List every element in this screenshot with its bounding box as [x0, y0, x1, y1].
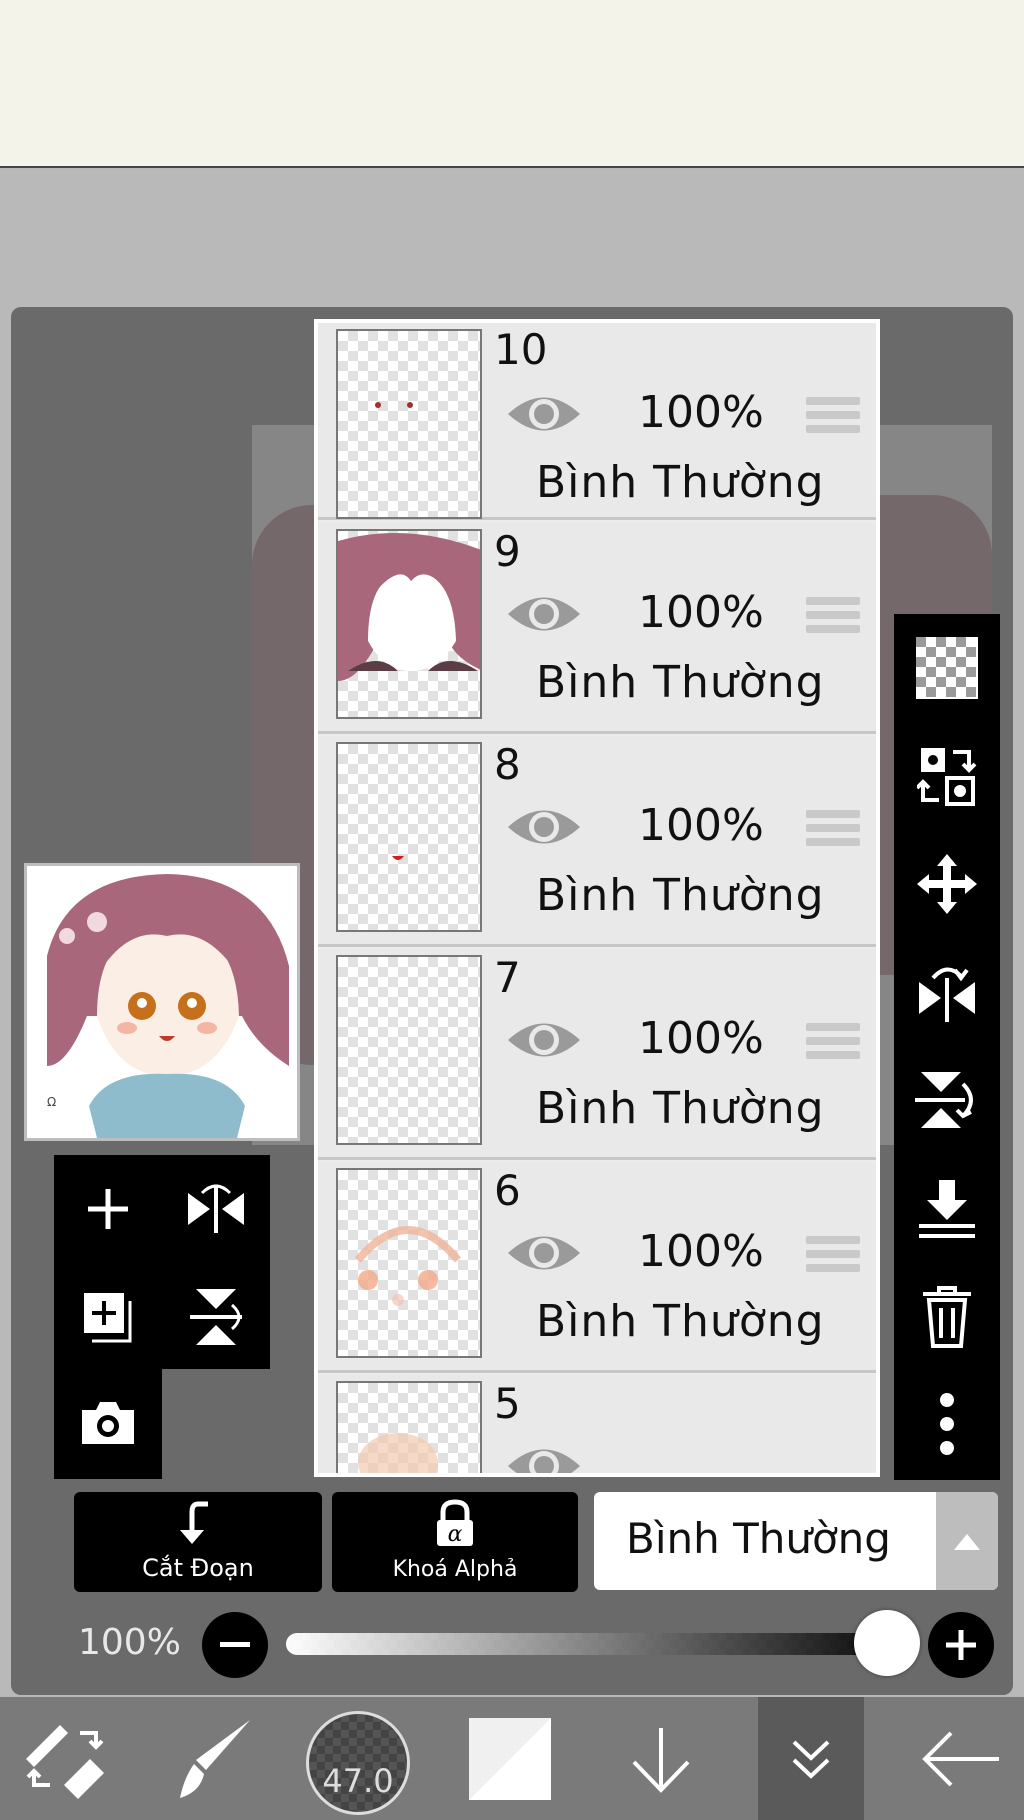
preview-artwork: Ω: [27, 866, 297, 1138]
tool-switch-icon[interactable]: [10, 1697, 120, 1820]
layer-thumbnail[interactable]: [336, 329, 482, 519]
layer-thumbnail[interactable]: [336, 742, 482, 932]
layer-opacity: 100%: [638, 587, 764, 638]
layer-blend-mode: Bình Thường: [536, 1296, 825, 1347]
layers-list[interactable]: 10 100% Bình Thường 9 100% Bình Thường 8…: [314, 319, 880, 1477]
minus-icon: [220, 1642, 250, 1647]
add-layer-copy-icon[interactable]: [54, 1263, 162, 1371]
arrow-down-icon[interactable]: [606, 1697, 716, 1820]
visibility-eye-icon[interactable]: [506, 1013, 582, 1067]
swap-layer-icon[interactable]: [894, 722, 1000, 830]
back-arrow-icon[interactable]: [906, 1697, 1016, 1820]
clipping-arrow-icon: [180, 1501, 208, 1544]
layers-list-inner: 10 100% Bình Thường 9 100% Bình Thường 8…: [318, 323, 876, 1473]
merge-down-icon[interactable]: [894, 1154, 1000, 1262]
layer-row[interactable]: 10 100% Bình Thường: [318, 323, 876, 520]
layer-number: 7: [494, 953, 521, 1002]
layer-number: 5: [494, 1379, 521, 1428]
lock-icon: α: [437, 1499, 473, 1547]
blend-mode-value: Bình Thường: [626, 1514, 891, 1563]
layer-number: 6: [494, 1166, 521, 1215]
layer-blend-mode: Bình Thường: [536, 457, 825, 508]
brush-size-indicator[interactable]: 47.0: [306, 1711, 410, 1815]
layer-blend-mode: Bình Thường: [536, 657, 825, 708]
chevron-up-icon[interactable]: [936, 1492, 998, 1590]
alpha-lock-button[interactable]: α Khoá Alphả: [332, 1492, 578, 1592]
trash-icon[interactable]: [894, 1262, 1000, 1370]
flip-horizontal-icon[interactable]: [894, 938, 1000, 1046]
layer-row[interactable]: 7 100% Bình Thường: [318, 949, 876, 1160]
layer-number: 10: [494, 325, 548, 374]
brush-icon[interactable]: [156, 1697, 266, 1820]
layer-opacity: 100%: [638, 1226, 764, 1277]
layer-row[interactable]: 5: [318, 1375, 876, 1477]
add-layer-icon[interactable]: [54, 1155, 162, 1263]
layer-number: 9: [494, 527, 521, 576]
layer-opacity: 100%: [638, 800, 764, 851]
drag-handle-icon[interactable]: [806, 1236, 860, 1276]
layer-opacity: 100%: [638, 1013, 764, 1064]
double-chevron-down-icon[interactable]: [758, 1697, 864, 1820]
visibility-eye-icon[interactable]: [506, 387, 582, 441]
brush-size-value: 47.0: [322, 1762, 394, 1800]
drag-handle-icon[interactable]: [806, 397, 860, 437]
opacity-increase-button[interactable]: [928, 1612, 994, 1678]
visibility-eye-icon[interactable]: [506, 1439, 582, 1477]
layer-blend-mode: Bình Thường: [536, 870, 825, 921]
visibility-eye-icon[interactable]: [506, 1226, 582, 1280]
flip-layer-h-icon[interactable]: [162, 1155, 270, 1263]
layer-row[interactable]: 9 100% Bình Thường: [318, 523, 876, 734]
move-icon[interactable]: [894, 830, 1000, 938]
layer-thumbnail[interactable]: [336, 1381, 482, 1473]
top-strip: [0, 0, 1024, 168]
svg-text:Ω: Ω: [47, 1095, 56, 1109]
opacity-slider[interactable]: [286, 1633, 886, 1655]
clipping-label: Cắt Đoạn: [142, 1554, 254, 1582]
layer-thumbnail[interactable]: [336, 955, 482, 1145]
camera-tool-panel: [54, 1369, 162, 1479]
drag-handle-icon[interactable]: [806, 1023, 860, 1063]
drag-handle-icon[interactable]: [806, 810, 860, 850]
layer-blend-mode: Bình Thường: [536, 1083, 825, 1134]
layer-tools-bar: [894, 614, 1000, 1480]
color-swatch[interactable]: [460, 1697, 560, 1820]
visibility-eye-icon[interactable]: [506, 800, 582, 854]
bottom-toolbar: 47.0: [0, 1697, 1024, 1820]
layer-row[interactable]: 8 100% Bình Thường: [318, 736, 876, 947]
flip-vertical-icon[interactable]: [894, 1046, 1000, 1154]
svg-text:α: α: [448, 1522, 463, 1547]
layer-thumbnail[interactable]: [336, 529, 482, 719]
opacity-slider-thumb[interactable]: [854, 1610, 920, 1676]
drag-handle-icon[interactable]: [806, 597, 860, 637]
plus-icon: [946, 1630, 976, 1660]
blend-mode-select[interactable]: Bình Thường: [594, 1492, 998, 1590]
layer-number: 8: [494, 740, 521, 789]
opacity-decrease-button[interactable]: [202, 1612, 268, 1678]
transparency-icon[interactable]: [894, 614, 1000, 722]
layer-opacity: 100%: [638, 387, 764, 438]
opacity-label: 100%: [78, 1622, 181, 1663]
layer-row[interactable]: 6 100% Bình Thường: [318, 1162, 876, 1373]
more-vertical-icon[interactable]: [894, 1370, 1000, 1478]
camera-icon[interactable]: [54, 1369, 162, 1477]
layer-mini-toolbar: [54, 1155, 270, 1369]
visibility-eye-icon[interactable]: [506, 587, 582, 641]
clipping-button[interactable]: Cắt Đoạn: [74, 1492, 322, 1592]
canvas-preview[interactable]: Ω: [24, 863, 300, 1141]
alpha-lock-label: Khoá Alphả: [392, 1557, 518, 1582]
flip-layer-v-icon[interactable]: [162, 1263, 270, 1371]
layer-thumbnail[interactable]: [336, 1168, 482, 1358]
